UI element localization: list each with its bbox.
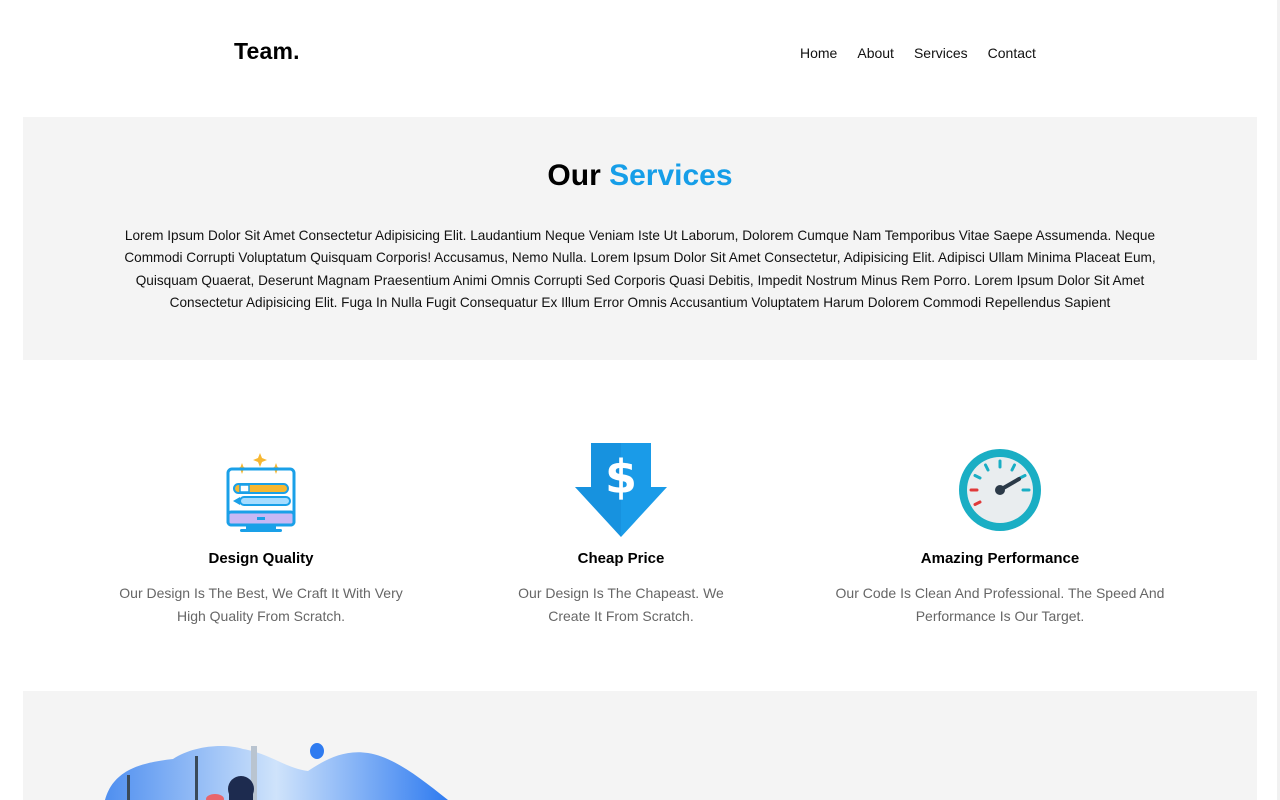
nav-home-link[interactable]: Home (800, 45, 837, 61)
service-card-amazing-performance: Amazing Performance Our Code Is Clean An… (830, 440, 1170, 628)
site-logo[interactable]: Team. (234, 38, 300, 65)
card-title: Cheap Price (577, 550, 665, 567)
services-description: Lorem Ipsum Dolor Sit Amet Consectetur A… (124, 227, 1156, 311)
card-title: Design Quality (208, 550, 314, 567)
card-title: Amazing Performance (920, 550, 1080, 567)
about-section (23, 691, 1257, 800)
main-nav: Home About Services Contact (800, 45, 1056, 61)
services-heading: Our Services (23, 159, 1257, 193)
nav-contact-link[interactable]: Contact (988, 45, 1036, 61)
dollar-arrow-icon: $ (510, 440, 732, 540)
card-text: Our Design Is The Best, We Craft It With… (119, 585, 403, 624)
svg-text:$: $ (605, 450, 637, 504)
site-header: Team. Home About Services Contact (0, 0, 1280, 110)
nav-about-link[interactable]: About (857, 45, 894, 61)
service-card-cheap-price: $ Cheap Price Our Design Is The Chapeast… (510, 440, 732, 628)
team-illustration (105, 743, 448, 800)
service-card-design-quality: Design Quality Our Design Is The Best, W… (110, 440, 412, 628)
nav-services-link[interactable]: Services (914, 45, 968, 61)
services-heading-plain: Our (547, 159, 601, 192)
design-monitor-icon (110, 440, 412, 540)
services-heading-accent: Services (609, 159, 733, 192)
speedometer-icon (830, 440, 1170, 540)
services-intro-section: Our Services Lorem Ipsum Dolor Sit Amet … (23, 117, 1257, 360)
card-text: Our Design Is The Chapeast. We Create It… (518, 585, 724, 624)
card-text: Our Code Is Clean And Professional. The … (835, 585, 1165, 624)
